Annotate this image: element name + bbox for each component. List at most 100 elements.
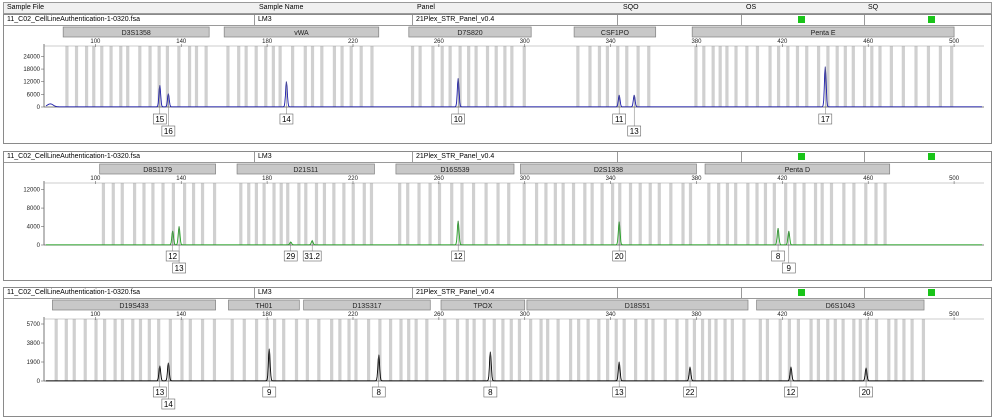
x-tick-label: 180 (262, 312, 273, 318)
allele-bin (711, 46, 715, 107)
allele-bin (870, 46, 874, 107)
x-tick-label: 380 (691, 312, 702, 318)
locus-label: Penta D (785, 167, 810, 174)
allele-call-label: 17 (821, 115, 830, 124)
allele-call-label: 13 (175, 264, 184, 273)
allele-bin (237, 46, 241, 107)
allele-call-label: 13 (615, 388, 624, 397)
allele-bin (450, 183, 454, 245)
x-tick-label: 460 (863, 312, 874, 318)
allele-call-label: 13 (630, 127, 639, 136)
allele-bin (297, 183, 301, 245)
x-tick-label: 380 (691, 39, 702, 45)
allele-bin (351, 183, 355, 245)
x-tick-label: 260 (434, 39, 445, 45)
allele-bin (388, 319, 393, 381)
allele-bin (272, 319, 277, 381)
allele-bin (279, 183, 283, 245)
allele-bin (638, 183, 642, 245)
col-panel[interactable]: Panel (417, 4, 435, 11)
allele-bin (772, 183, 776, 245)
allele-call-label: 20 (862, 388, 871, 397)
allele-bin (322, 183, 327, 245)
x-tick-label: 100 (90, 312, 101, 318)
allele-bin (212, 183, 217, 245)
col-os[interactable]: OS (746, 4, 756, 11)
allele-bin (874, 183, 878, 245)
allele-bin (120, 183, 124, 245)
allele-call-label: 9 (267, 388, 272, 397)
allele-bin (119, 46, 123, 107)
allele-bin (622, 319, 626, 381)
allele-bin (921, 319, 926, 381)
allele-bin (151, 183, 155, 245)
x-tick-label: 500 (949, 39, 960, 45)
allele-bin (718, 46, 722, 107)
allele-call-label: 13 (155, 388, 164, 397)
allele-bin (271, 46, 275, 107)
allele-bin (586, 319, 590, 381)
allele-bin (597, 46, 602, 107)
allele-bin (561, 183, 565, 245)
electropherogram-blue[interactable]: D3S1358 vWA D7S820 CSF1PO Penta E100 140 180 22… (4, 15, 991, 143)
x-tick-label: 100 (90, 176, 101, 182)
locus-label: D7S820 (457, 30, 482, 37)
x-tick-label: 140 (176, 39, 187, 45)
x-tick-label: 300 (520, 312, 531, 318)
y-tick-label: 0 (37, 243, 41, 249)
allele-bin (157, 46, 161, 107)
allele-bin (707, 319, 712, 381)
allele-bin (362, 183, 366, 245)
allele-bin (887, 319, 891, 381)
allele-bin (841, 319, 845, 381)
allele-bin (132, 183, 137, 245)
allele-bin (826, 319, 830, 381)
allele-bin (862, 46, 867, 107)
allele-bin (74, 46, 79, 107)
allele-bin (484, 183, 488, 245)
allele-call-label: 14 (164, 400, 173, 409)
allele-bin (816, 319, 821, 381)
allele-bin (730, 319, 734, 381)
x-tick-label: 220 (348, 176, 359, 182)
col-sq[interactable]: SQ (868, 4, 878, 11)
allele-bin (651, 319, 655, 381)
x-tick-label: 500 (949, 176, 960, 182)
allele-bin (901, 46, 905, 107)
electropherogram-black[interactable]: D19S433 TH01 D13S317 TPOX D18S51 D6S1043 100 14… (4, 288, 991, 416)
allele-bin (398, 183, 402, 245)
allele-bin (688, 183, 693, 245)
col-sample-name[interactable]: Sample Name (259, 4, 303, 11)
allele-bin (725, 46, 729, 107)
x-tick-label: 380 (691, 176, 702, 182)
col-sample-file[interactable]: Sample File (7, 4, 44, 11)
allele-bin (618, 183, 622, 245)
allele-bin (725, 183, 730, 245)
x-tick-label: 180 (262, 176, 273, 182)
allele-bin (332, 46, 337, 107)
col-sqo[interactable]: SQO (623, 4, 639, 11)
allele-bin (685, 319, 689, 381)
bin-group (101, 183, 887, 245)
allele-call-label: 11 (615, 115, 624, 124)
allele-bin (200, 319, 205, 381)
allele-bin (938, 46, 943, 107)
allele-bin (590, 183, 594, 245)
allele-bin (272, 183, 276, 245)
x-tick-label: 180 (262, 39, 273, 45)
allele-bin (359, 46, 363, 107)
allele-bin (843, 46, 847, 107)
allele-bin (54, 319, 58, 381)
y-tick-label: 4000 (27, 225, 41, 231)
allele-bin (501, 319, 505, 381)
allele-bin (399, 319, 403, 381)
allele-bin (230, 319, 234, 381)
x-tick-label: 340 (606, 176, 617, 182)
allele-bin (354, 319, 358, 381)
allele-bin (858, 319, 862, 381)
electropherogram-green[interactable]: D8S1179 D21S11 D16S539 D2S1338 Penta D 100 140… (4, 152, 991, 280)
x-tick-label: 500 (949, 312, 960, 318)
allele-call-label: 9 (787, 264, 792, 273)
x-tick-label: 260 (434, 176, 445, 182)
allele-bin (194, 46, 199, 107)
